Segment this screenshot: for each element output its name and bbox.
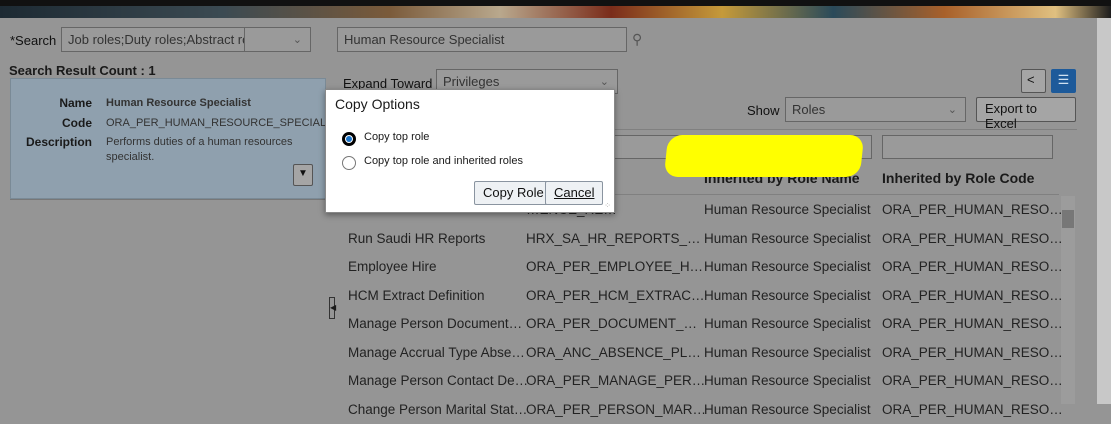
expand-toward-value: Privileges bbox=[443, 74, 500, 89]
table-cell: Human Resource Specialist bbox=[704, 316, 871, 331]
show-select[interactable]: Roles ⌄ bbox=[785, 97, 966, 122]
export-to-excel-button[interactable]: Export to Excel bbox=[976, 97, 1076, 131]
description-label: Description bbox=[25, 135, 92, 149]
filter-input-inherited-code[interactable] bbox=[882, 135, 1053, 159]
table-cell: ORA_PER_HUMAN_RESO… bbox=[882, 373, 1063, 388]
search-icon[interactable]: ⚲ bbox=[632, 31, 642, 48]
role-code: ORA_PER_HUMAN_RESOURCE_SPECIALIST_JO bbox=[106, 117, 326, 129]
search-label: *Search bbox=[10, 33, 57, 48]
role-name: Human Resource Specialist bbox=[106, 97, 251, 109]
table-row[interactable]: Employee Hire ORA_PER_EMPLOYEE_H… Human Re… bbox=[340, 253, 1063, 281]
list-view-icon[interactable]: ☰ bbox=[1051, 69, 1076, 93]
scrollbar-thumb[interactable] bbox=[1062, 210, 1074, 228]
table-cell: Human Resource Specialist bbox=[704, 230, 871, 246]
hierarchy-view-button[interactable]: < bbox=[1021, 69, 1046, 93]
table-cell: Human Resource Specialist bbox=[704, 259, 871, 274]
dialog-title: Copy Options bbox=[335, 96, 420, 112]
table-cell: Run Saudi HR Reports bbox=[348, 230, 486, 246]
table-row[interactable]: Manage Person Document… ORA_PER_DOCUMENT_… bbox=[340, 310, 1063, 338]
column-header-inherited-code[interactable]: Inherited by Role Code bbox=[882, 170, 1034, 186]
table-cell: Manage Accrual Type Abse… bbox=[348, 344, 525, 360]
table-row[interactable]: HCM Extract Definition ORA_PER_HCM_EXTRAC… bbox=[340, 282, 1063, 310]
table-cell: ORA_ANC_ABSENCE_PL… bbox=[526, 344, 701, 360]
option-copy-inherited-label[interactable]: Copy top role and inherited roles bbox=[364, 155, 523, 167]
table-cell: Human Resource Specialist bbox=[704, 344, 871, 360]
table-cell: ORA_PER_HCM_EXTRAC… bbox=[526, 287, 705, 303]
table-cell: ORA_PER_MANAGE_PER… bbox=[526, 373, 706, 388]
header-banner bbox=[0, 0, 1111, 18]
expand-card-button[interactable]: ▼ bbox=[293, 164, 313, 186]
radio-copy-top-role[interactable] bbox=[342, 132, 356, 146]
chevron-down-icon: ⌄ bbox=[599, 76, 609, 88]
code-label: Code bbox=[62, 116, 92, 130]
table-row[interactable]: Change Person Marital Stat… ORA_PER_PERSO… bbox=[340, 396, 1063, 424]
table-cell: Human Resource Specialist bbox=[704, 287, 871, 303]
copy-options-dialog: Copy Options Copy top role Copy top role… bbox=[325, 89, 865, 213]
table-cell: ORA_PER_HUMAN_RESO… bbox=[882, 230, 1063, 246]
table-cell: HCM Extract Definition bbox=[348, 287, 485, 303]
role-type-select[interactable]: Job roles;Duty roles;Abstract roles;Otl bbox=[61, 27, 245, 52]
table-cell: Human Resource Specialist bbox=[704, 202, 871, 217]
radio-copy-inherited[interactable] bbox=[342, 156, 356, 170]
table-cell: ORA_PER_HUMAN_RESO… bbox=[882, 344, 1063, 360]
page-scrollbar[interactable] bbox=[1097, 18, 1111, 404]
table-row[interactable]: Manage Accrual Type Abse… ORA_ANC_ABSENCE… bbox=[340, 339, 1063, 367]
role-type-dropdown[interactable]: ⌄ bbox=[244, 27, 311, 52]
table-cell: Manage Person Document… bbox=[348, 316, 523, 331]
chevron-down-icon: ⌄ bbox=[292, 34, 302, 46]
table-row[interactable]: Manage Person Contact De… ORA_PER_MANAGE_… bbox=[340, 367, 1063, 395]
result-card[interactable]: Name Human Resource Specialist Code ORA_… bbox=[10, 78, 326, 199]
table-cell: ORA_PER_HUMAN_RESO… bbox=[882, 287, 1063, 303]
table-cell: ORA_PER_DOCUMENT_… bbox=[526, 316, 698, 331]
role-description: Performs duties of a human resources spe… bbox=[106, 136, 293, 163]
table-cell: ORA_PER_HUMAN_RESO… bbox=[882, 259, 1063, 274]
table-cell: ORA_PER_EMPLOYEE_H… bbox=[526, 259, 704, 274]
table-scrollbar[interactable] bbox=[1061, 196, 1075, 404]
table-cell: Employee Hire bbox=[348, 259, 437, 274]
table-cell: ORA_PER_HUMAN_RESO… bbox=[882, 316, 1063, 331]
table-cell: Manage Person Contact De… bbox=[348, 373, 529, 388]
result-count: Search Result Count : 1 bbox=[9, 63, 156, 78]
chevron-down-icon: ⌄ bbox=[947, 104, 957, 116]
divider bbox=[10, 199, 326, 200]
highlight-annotation bbox=[663, 135, 865, 177]
show-value: Roles bbox=[792, 102, 826, 117]
copy-role-button[interactable]: Copy Role bbox=[474, 181, 553, 205]
collapse-panel-handle[interactable]: ◀ bbox=[329, 297, 336, 319]
cancel-button[interactable]: Cancel bbox=[545, 181, 604, 205]
show-label: Show bbox=[747, 103, 780, 118]
name-label: Name bbox=[59, 96, 92, 110]
table-cell: HRX_SA_HR_REPORTS_… bbox=[526, 230, 701, 246]
table-row[interactable]: Run Saudi HR Reports HRX_SA_HR_REPORTS_… H… bbox=[340, 225, 1063, 253]
table-cell: Human Resource Specialist bbox=[704, 373, 871, 388]
keyword-input[interactable]: Human Resource Specialist bbox=[337, 27, 627, 52]
resize-handle-icon[interactable]: ⁘ bbox=[604, 201, 611, 210]
option-copy-top-role-label[interactable]: Copy top role bbox=[364, 131, 429, 143]
table-cell: ORA_PER_HUMAN_RESO… bbox=[882, 202, 1063, 217]
